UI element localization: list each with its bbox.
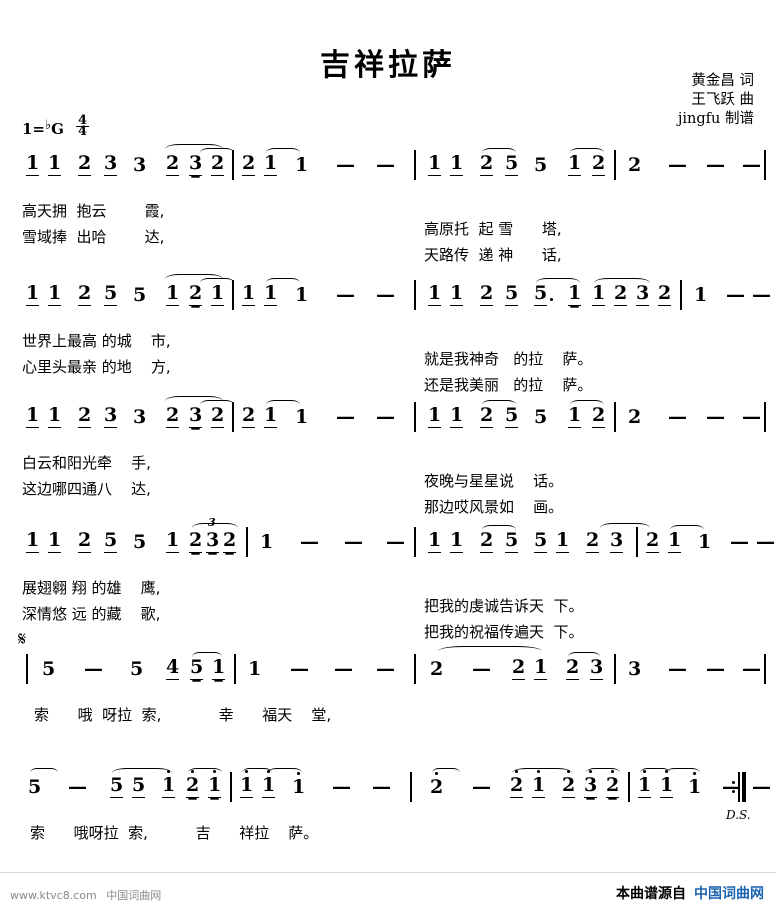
music-system-5: 𝄋 5 — 5 4 5 1 1 — — — 2 — 2 1 2 3 3 — — …: [0, 628, 776, 724]
barline: [680, 280, 682, 310]
notes-row-2: 1 1 2 5 5 1 2 1 1 1 1 — — 1 1 2 5 5 1 1 …: [0, 268, 776, 312]
lyric-verse-2b: 那边哎风景如 画。: [424, 498, 564, 516]
time-signature: 4 4: [75, 114, 90, 139]
slur: [594, 278, 650, 288]
ds-marker: D.S.: [726, 808, 751, 822]
lyric-verse-1: 索 哦呀拉 索, 吉 祥拉 萨。: [30, 824, 319, 842]
notes-row-6: 5 — 5 5 1 2 1 1 1 1 — — 2 — 2 1 2 3 2 1 …: [0, 760, 776, 804]
flat-icon: ♭: [45, 118, 52, 133]
slur: [570, 148, 604, 158]
lyrics-row-2a: 世界上最高 的城 市, 就是我神奇 的拉 萨。: [0, 312, 776, 368]
footer-source-label: 本曲谱源自: [616, 886, 686, 902]
lyrics-row-2b: 心里头最亲 的地 方, 还是我美丽 的拉 萨。: [0, 338, 776, 394]
barline: [764, 150, 766, 180]
barline: [614, 402, 616, 432]
slur: [192, 523, 238, 533]
slur: [192, 652, 222, 662]
barline: [414, 402, 416, 432]
slur: [600, 523, 650, 533]
notes-row-1: 1 1 2 3 3 2 3 2 2 1 1 — — 1 1 2 5 5 1 2 …: [0, 138, 776, 182]
lyrics-row-4b: 深情悠 远 的藏 歌, 把我的祝福传遍天 下。: [0, 585, 776, 641]
slur: [586, 768, 620, 778]
credit-engraver: jingfu 制谱: [677, 111, 754, 127]
lyrics-row-1b: 雪域捧 出哈 达, 天路传 递 神 话,: [0, 208, 776, 264]
slur: [266, 148, 300, 158]
barline: [764, 402, 766, 432]
slur: [30, 768, 58, 778]
slur: [268, 768, 302, 778]
notes-row-3: 1 1 2 3 3 2 3 2 2 1 1 — — 1 1 2 5 5 1 2 …: [0, 390, 776, 434]
music-system-6: 5 — 5 5 1 2 1 1 1 1 — — 2 — 2 1 2 3 2 1 …: [0, 760, 776, 842]
barline: [614, 150, 616, 180]
time-denominator: 4: [77, 124, 88, 139]
barline: [628, 772, 630, 802]
slur: [432, 768, 460, 778]
barline: [26, 654, 28, 684]
footer-left: www.ktvc8.com 中国词曲网: [10, 887, 161, 903]
segno-icon: 𝄋: [18, 628, 27, 650]
slur: [666, 768, 700, 778]
barline: [414, 280, 416, 310]
music-system-2: 1 1 2 5 5 1 2 1 1 1 1 — — 1 1 2 5 5 1 1 …: [0, 268, 776, 394]
slur: [266, 400, 300, 410]
lyrics-row-5a: 索 哦 呀拉 索, 幸 福天 堂,: [0, 686, 776, 724]
slur: [266, 278, 300, 288]
credits-block: 黄金昌 词 王飞跃 曲 jingfu 制谱: [678, 72, 754, 129]
lyrics-row-6a: 索 哦呀拉 索, 吉 祥拉 萨。 D.S.: [0, 804, 776, 842]
slur: [536, 278, 580, 288]
slur: [512, 768, 572, 778]
slur: [200, 148, 234, 158]
lyric-verse-1: 索 哦 呀拉 索, 幸 福天 堂,: [34, 706, 332, 724]
music-system-1: 1 1 2 3 3 2 3 2 2 1 1 — — 1 1 2 5 5 1 2 …: [0, 138, 776, 264]
footer-url: www.ktvc8.com: [10, 889, 97, 902]
barline: [414, 150, 416, 180]
key-note: G: [51, 120, 64, 138]
key-prefix: 1=: [22, 120, 46, 138]
lyrics-row-3a: 白云和阳光牵 手, 夜晚与星星说 话。: [0, 434, 776, 490]
slur: [200, 278, 234, 288]
barline: [414, 654, 416, 684]
lyric-verse-2: 雪域捧 出哈 达,: [22, 228, 165, 246]
barline: [414, 527, 416, 557]
slur: [112, 768, 172, 778]
barline: [614, 654, 616, 684]
slur: [482, 148, 516, 158]
lyric-verse-2: 深情悠 远 的藏 歌,: [22, 605, 161, 623]
notes-row-4: 1 1 2 5 5 1 2 3 2 3 1 — — — 1 1 2 5 5 1 …: [0, 515, 776, 559]
footer-sitename: 中国词曲网: [106, 889, 162, 902]
lyric-verse-2: 心里头最亲 的地 方,: [22, 358, 171, 376]
credit-lyricist: 黄金昌 词: [691, 73, 754, 89]
credit-composer: 王飞跃 曲: [691, 92, 754, 108]
slur: [570, 400, 604, 410]
slur: [482, 525, 516, 535]
barline: [764, 654, 766, 684]
slur: [568, 652, 600, 662]
lyric-verse-2b: 天路传 递 神 话,: [424, 246, 562, 264]
slur: [188, 768, 222, 778]
sheet-music-page: 吉祥拉萨 黄金昌 词 王飞跃 曲 jingfu 制谱 1= ♭ G 4 4 1 1 …: [0, 0, 776, 917]
lyrics-row-3b: 这边哪四通八 达, 那边哎风景如 画。: [0, 460, 776, 516]
lyrics-row-1a: 高天拥 抱云 霞, 高原托 起 雪 塔,: [0, 182, 776, 238]
footer-source-site[interactable]: 中国词曲网: [694, 886, 764, 902]
slur: [482, 400, 516, 410]
barline: [410, 772, 412, 802]
page-title: 吉祥拉萨: [320, 48, 456, 83]
page-footer: www.ktvc8.com 中国词曲网 本曲谱源自 中国词曲网: [0, 872, 776, 917]
slur: [438, 646, 542, 656]
slur: [200, 400, 234, 410]
footer-right: 本曲谱源自 中国词曲网: [616, 883, 764, 903]
lyrics-row-4a: 展翅翱 翔 的雄 鹰, 把我的虔诚告诉天 下。: [0, 559, 776, 615]
barline: [234, 654, 236, 684]
music-system-4: 1 1 2 5 5 1 2 3 2 3 1 — — — 1 1 2 5 5 1 …: [0, 515, 776, 641]
slur: [670, 525, 704, 535]
barline: [246, 527, 248, 557]
notes-row-5: 𝄋 5 — 5 4 5 1 1 — — — 2 — 2 1 2 3 3 — — …: [0, 628, 776, 686]
barline: [230, 772, 232, 802]
music-system-3: 1 1 2 3 3 2 3 2 2 1 1 — — 1 1 2 5 5 1 2 …: [0, 390, 776, 516]
lyric-verse-2: 这边哪四通八 达,: [22, 480, 151, 498]
